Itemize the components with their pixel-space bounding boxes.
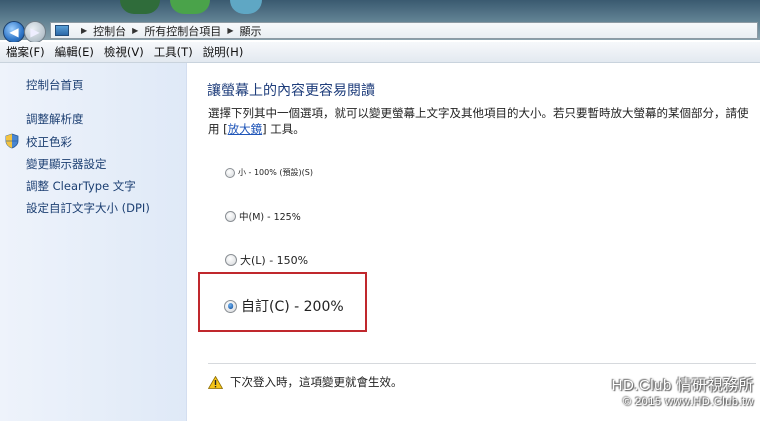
sidebar-item-display-settings[interactable]: 變更顯示器設定: [26, 156, 107, 172]
window: ◀ ▶ ▶ 控制台 ▶ 所有控制台項目 ▶ 顯示 檔案(F) 編輯(E) 檢視(…: [0, 0, 760, 421]
menu-edit[interactable]: 編輯(E): [49, 44, 98, 60]
address-box[interactable]: ▶ 控制台 ▶ 所有控制台項目 ▶ 顯示: [50, 22, 758, 39]
option-medium[interactable]: 中(M) - 125%: [225, 209, 301, 223]
control-panel-icon: [55, 25, 69, 36]
page-description: 選擇下列其中一個選項，就可以變更螢幕上文字及其他項目的大小。若只要暫時放大螢幕的…: [208, 105, 756, 137]
restart-notice: 下次登入時，這項變更就會生效。: [208, 374, 403, 390]
chevron-right-icon[interactable]: ▶: [132, 26, 138, 35]
sidebar-item-cleartype[interactable]: 調整 ClearType 文字: [26, 178, 136, 194]
sidebar-item-custom-dpi[interactable]: 設定自訂文字大小 (DPI): [26, 200, 150, 216]
description-text-end: ] 工具。: [262, 122, 305, 136]
menu-view[interactable]: 檢視(V): [98, 44, 148, 60]
sidebar: 控制台首頁 調整解析度 校正色彩 變更顯示器設定 調整 ClearType 文字…: [0, 63, 187, 421]
magnifier-link[interactable]: 放大鏡: [228, 122, 263, 136]
taskbar-app-icon[interactable]: [170, 0, 210, 14]
menu-file[interactable]: 檔案(F): [0, 44, 49, 60]
radio-large[interactable]: [225, 254, 237, 266]
warning-text: 下次登入時，這項變更就會生效。: [230, 375, 403, 389]
taskbar-app-icon[interactable]: [120, 0, 160, 14]
chevron-right-icon: ▶: [81, 26, 88, 35]
option-small[interactable]: 小 - 100% (預設)(S): [225, 167, 313, 178]
warning-icon: [208, 375, 223, 389]
chevron-right-icon[interactable]: ▶: [227, 26, 233, 35]
breadcrumb-control-panel[interactable]: 控制台: [93, 23, 126, 39]
option-custom[interactable]: 自訂(C) - 200%: [224, 296, 344, 316]
sidebar-item-calibrate-color[interactable]: 校正色彩: [26, 134, 72, 150]
menu-help[interactable]: 說明(H): [197, 44, 248, 60]
watermark: HD.Club 情研視務所 © 2015 www.HD.Club.tw: [612, 374, 754, 408]
option-large-label: 大(L) - 150%: [240, 254, 309, 267]
taskbar-app-icon[interactable]: [230, 0, 262, 14]
arrow-left-icon: ◀: [9, 25, 19, 39]
watermark-title: HD.Club 情研視務所: [611, 377, 754, 394]
menu-bar: 檔案(F) 編輯(E) 檢視(V) 工具(T) 說明(H): [0, 42, 760, 63]
radio-small[interactable]: [225, 167, 235, 178]
option-custom-label: 自訂(C) - 200%: [241, 299, 344, 315]
breadcrumb-display[interactable]: 顯示: [239, 23, 261, 39]
sidebar-item-resolution[interactable]: 調整解析度: [26, 111, 84, 127]
radio-custom[interactable]: [224, 299, 237, 313]
forward-button[interactable]: ▶: [24, 21, 46, 43]
option-small-label: 小 - 100% (預設)(S): [238, 168, 313, 177]
option-medium-label: 中(M) - 125%: [239, 212, 301, 223]
option-large[interactable]: 大(L) - 150%: [225, 252, 308, 268]
back-button[interactable]: ◀: [3, 21, 25, 43]
menu-tools[interactable]: 工具(T): [148, 44, 197, 60]
arrow-right-icon: ▶: [30, 25, 40, 39]
breadcrumb-all-items[interactable]: 所有控制台項目: [144, 23, 221, 39]
address-bar-region: ◀ ▶ ▶ 控制台 ▶ 所有控制台項目 ▶ 顯示: [0, 0, 760, 43]
shield-icon: [5, 133, 19, 149]
main-content: 讓螢幕上的內容更容易閱讀 選擇下列其中一個選項，就可以變更螢幕上文字及其他項目的…: [187, 63, 760, 421]
page-title: 讓螢幕上的內容更容易閱讀: [207, 83, 375, 99]
divider: [208, 363, 756, 364]
radio-medium[interactable]: [225, 210, 236, 222]
sidebar-home-link[interactable]: 控制台首頁: [26, 77, 84, 93]
watermark-copyright: © 2015 www.HD.Club.tw: [622, 396, 754, 408]
